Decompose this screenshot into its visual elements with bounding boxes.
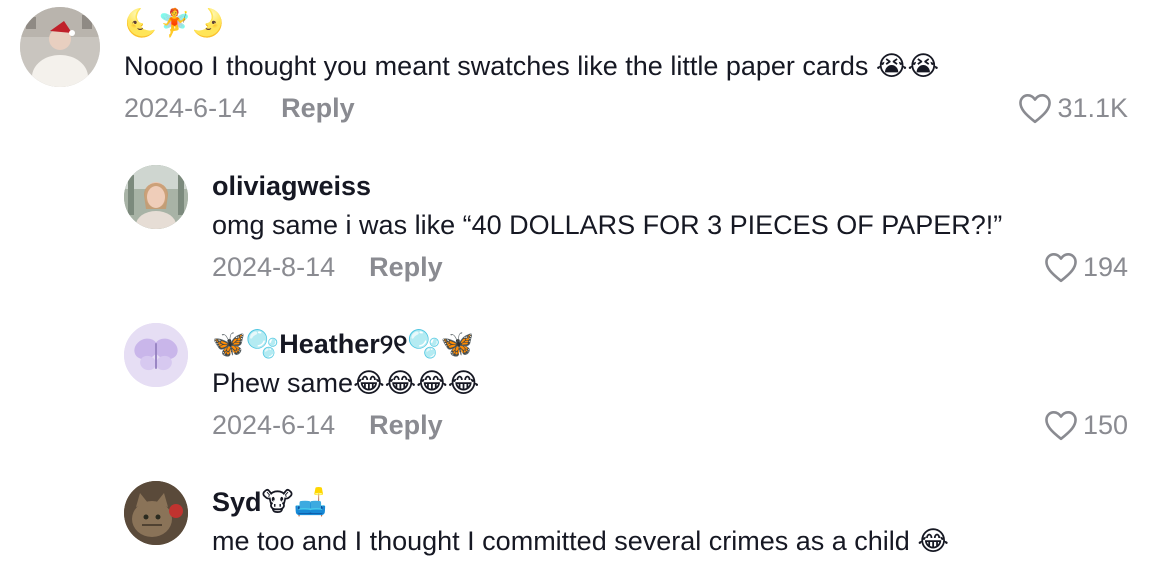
username[interactable]: 🌜🧚🌛 (124, 7, 225, 39)
username[interactable]: Syd🐮🛋️ (212, 486, 327, 518)
avatar[interactable] (124, 323, 188, 387)
username[interactable]: 🦋🫧Heather୨୧🫧🦋 (212, 328, 475, 360)
avatar[interactable] (124, 165, 188, 229)
avatar-icon (20, 7, 100, 87)
comment-meta: 2024-8-14 Reply (212, 250, 443, 284)
heart-outline-icon (1043, 251, 1079, 283)
comment-date: 2024-6-14 (124, 93, 248, 123)
comment-text: omg same i was like “40 DOLLARS FOR 3 PI… (212, 210, 1003, 240)
avatar-icon (124, 165, 188, 229)
comment-text: Noooo I thought you meant swatches like … (124, 51, 940, 81)
username[interactable]: oliviagweiss (212, 170, 371, 202)
like-button[interactable]: 31.1K (1017, 91, 1128, 125)
comment-meta: 2024-6-14 Reply (124, 91, 355, 125)
like-count: 150 (1082, 410, 1128, 440)
reply-button[interactable]: Reply (281, 93, 355, 123)
comment-date: 2024-8-14 (212, 252, 336, 282)
cat-icon (124, 481, 188, 545)
heart-outline-icon (1017, 92, 1053, 124)
reply-button[interactable]: Reply (369, 410, 443, 440)
comment-date: 2024-6-14 (212, 410, 336, 440)
like-count: 31.1K (1057, 93, 1128, 123)
comment-text: me too and I thought I committed several… (212, 526, 949, 556)
avatar[interactable] (20, 7, 100, 87)
heart-outline-icon (1043, 409, 1079, 441)
reply-button[interactable]: Reply (369, 252, 443, 282)
like-button[interactable]: 194 (1043, 250, 1128, 284)
like-count: 194 (1082, 252, 1128, 282)
like-button[interactable]: 150 (1043, 408, 1128, 442)
avatar[interactable] (124, 481, 188, 545)
comment-meta: 2024-6-14 Reply (212, 408, 443, 442)
comment-text: Phew same😂😂😂😂 (212, 368, 480, 398)
butterfly-icon (124, 323, 188, 387)
